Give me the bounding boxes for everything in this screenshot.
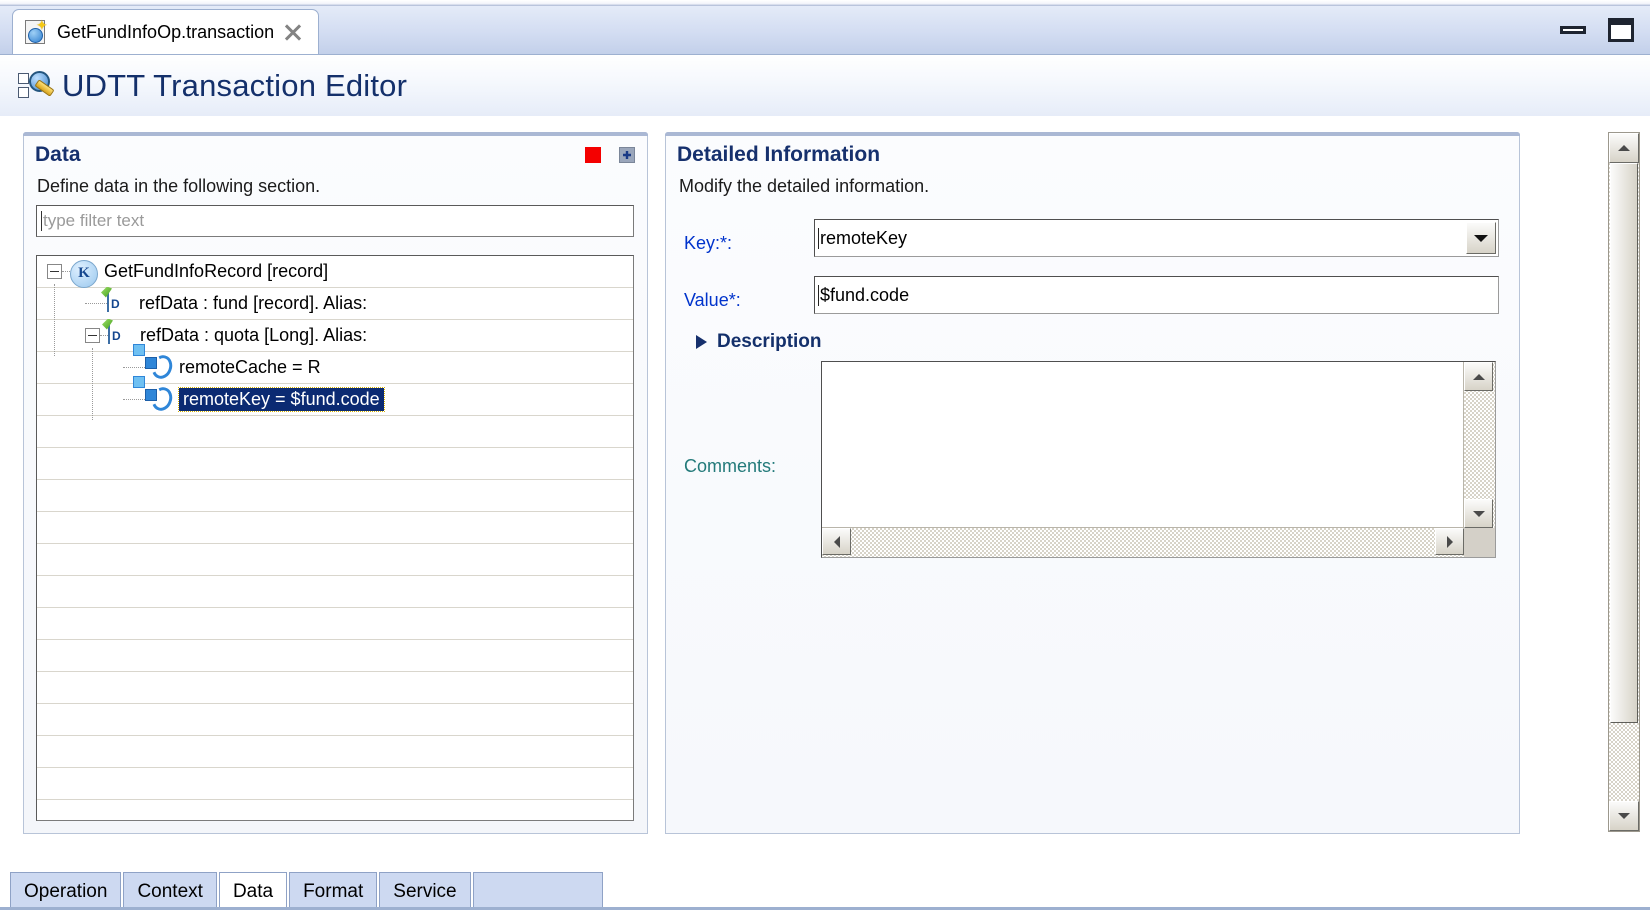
data-section: Data Define data in the following sectio… xyxy=(23,132,648,834)
tree-row-empty[interactable] xyxy=(37,416,633,448)
tree-row-empty[interactable] xyxy=(37,544,633,576)
tab-operation[interactable]: Operation xyxy=(10,872,122,910)
tab-label: Data xyxy=(232,880,274,902)
window-controls xyxy=(1560,18,1634,42)
record-key-icon: K xyxy=(70,259,98,288)
tree-guide-line xyxy=(92,348,93,420)
text-caret xyxy=(41,211,42,231)
detail-section-title: Detailed Information xyxy=(677,143,881,166)
key-combo[interactable]: remoteKey xyxy=(814,219,1499,257)
form-header: UDTT Transaction Editor xyxy=(0,55,1650,117)
triangle-right-icon xyxy=(696,335,707,349)
tab-bar-filler xyxy=(472,872,603,910)
tree-node-label: GetFundInfoRecord [record] xyxy=(104,261,329,281)
comments-vertical-scrollbar[interactable] xyxy=(1463,362,1495,528)
data-section-toolbar xyxy=(585,147,635,163)
tree-row[interactable]: K GetFundInfoRecord [record] xyxy=(37,256,633,288)
filter-placeholder: type filter text xyxy=(43,211,145,230)
tree-row[interactable]: remoteCache = R xyxy=(37,343,633,384)
page-title: UDTT Transaction Editor xyxy=(62,67,408,103)
tree-row-empty[interactable] xyxy=(37,448,633,480)
chevron-down-icon[interactable] xyxy=(1466,222,1496,254)
tree-row[interactable]: remoteKey = $fund.code xyxy=(37,375,633,416)
tree-node-label-selected: remoteKey = $fund.code xyxy=(178,387,385,412)
data-tree[interactable]: K GetFundInfoRecord [record] DrefData : fu… xyxy=(36,255,634,821)
tree-node-label: refData : fund [record]. Alias: xyxy=(139,293,368,313)
tree-guide-line xyxy=(62,270,70,273)
value-input[interactable]: $fund.code xyxy=(814,276,1499,314)
comments-textarea[interactable] xyxy=(821,361,1496,558)
arrow-down-icon[interactable] xyxy=(1609,801,1639,831)
tree-row-empty[interactable] xyxy=(37,736,633,768)
tree-row-empty[interactable] xyxy=(37,608,633,640)
close-icon[interactable] xyxy=(284,23,302,41)
detail-section-subtitle: Modify the detailed information. xyxy=(679,176,930,196)
page-vertical-scrollbar[interactable] xyxy=(1608,132,1640,832)
key-value-icon xyxy=(133,375,176,414)
maximize-icon[interactable] xyxy=(1608,18,1634,42)
tree-row-empty[interactable] xyxy=(37,672,633,704)
arrow-up-icon[interactable] xyxy=(1609,133,1639,163)
text-caret xyxy=(818,284,819,306)
data-element-icon: D xyxy=(107,290,133,316)
detail-information-section: Detailed Information Modify the detailed… xyxy=(665,132,1520,834)
data-element-icon: D xyxy=(108,322,134,348)
tree-guide-line xyxy=(123,366,145,369)
description-expander[interactable]: Description xyxy=(696,331,822,353)
tab-format[interactable]: Format xyxy=(289,872,378,910)
arrow-right-icon[interactable] xyxy=(1435,528,1464,555)
filter-input[interactable]: type filter text xyxy=(36,205,634,237)
tree-guide-line xyxy=(100,334,108,337)
tab-context[interactable]: Context xyxy=(123,872,217,910)
editor-body: Data Define data in the following sectio… xyxy=(0,118,1650,858)
udtt-editor-icon xyxy=(18,70,55,102)
tab-label: Format xyxy=(303,880,364,902)
data-section-subtitle: Define data in the following section. xyxy=(37,176,321,196)
stop-icon[interactable] xyxy=(585,147,601,163)
value-value: $fund.code xyxy=(820,284,910,305)
tree-row[interactable]: DrefData : fund [record]. Alias: xyxy=(37,288,633,320)
scrollbar-thumb[interactable] xyxy=(1610,163,1638,723)
transaction-file-icon: ✦ xyxy=(25,18,48,44)
editor-tab-row: ✦ GetFundInfoOp.transaction xyxy=(0,6,1650,55)
arrow-left-icon[interactable] xyxy=(822,528,851,555)
key-value: remoteKey xyxy=(820,227,908,248)
restore-icon[interactable] xyxy=(619,147,635,163)
tab-data[interactable]: Data xyxy=(218,872,288,910)
tree-row-empty[interactable] xyxy=(37,640,633,672)
tree-guide-line xyxy=(54,284,55,356)
editor-tab-label: GetFundInfoOp.transaction xyxy=(57,21,275,42)
data-section-title: Data xyxy=(35,143,81,166)
tree-row[interactable]: DrefData : quota [Long]. Alias: xyxy=(37,320,633,352)
key-value-icon xyxy=(133,343,176,382)
editor-tab-getfundinfoop[interactable]: ✦ GetFundInfoOp.transaction xyxy=(12,9,320,54)
tab-service[interactable]: Service xyxy=(379,872,471,910)
tree-row-empty[interactable] xyxy=(37,704,633,736)
collapse-icon[interactable] xyxy=(85,328,100,343)
key-label: Key:*: xyxy=(684,233,733,253)
tree-node-label: refData : quota [Long]. Alias: xyxy=(140,325,368,345)
tab-label: Operation xyxy=(24,880,108,902)
tree-node-label: remoteCache = R xyxy=(179,357,321,377)
scrollbar-corner xyxy=(1464,528,1495,557)
tree-row-empty[interactable] xyxy=(37,768,633,800)
udtt-transaction-editor-window: ✦ GetFundInfoOp.transaction UDTT Transac… xyxy=(0,0,1650,910)
arrow-up-icon[interactable] xyxy=(1464,362,1493,391)
tree-row-empty[interactable] xyxy=(37,512,633,544)
text-caret xyxy=(818,227,819,249)
tree-row-empty[interactable] xyxy=(37,576,633,608)
value-label: Value*: xyxy=(684,290,741,310)
description-label: Description xyxy=(717,331,822,352)
comments-label: Comments: xyxy=(684,456,777,476)
tree-row-empty[interactable] xyxy=(37,480,633,512)
tree-guide-line xyxy=(85,302,107,305)
tree-guide-line xyxy=(123,398,145,401)
tab-label: Context xyxy=(137,880,203,902)
minimize-icon[interactable] xyxy=(1560,26,1586,34)
arrow-down-icon[interactable] xyxy=(1464,499,1493,528)
collapse-icon[interactable] xyxy=(47,264,62,279)
bottom-tab-bar: Operation Context Data Format Service xyxy=(0,858,1650,910)
tab-label: Service xyxy=(393,880,457,902)
comments-horizontal-scrollbar[interactable] xyxy=(822,527,1464,557)
